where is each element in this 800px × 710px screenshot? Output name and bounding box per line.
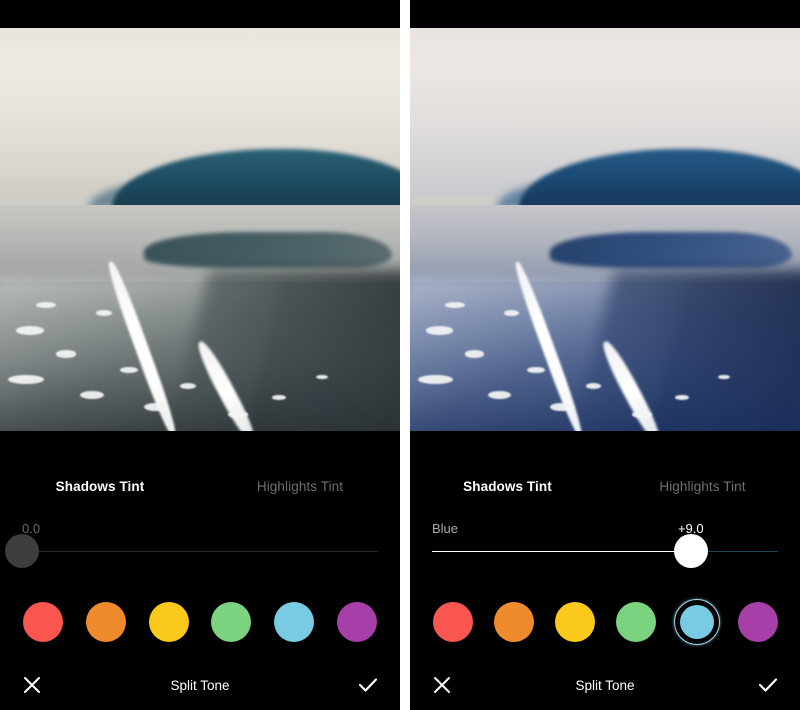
swatch-dot-orange (493, 602, 534, 642)
swatch-purple[interactable] (334, 599, 380, 645)
swatch-dot-purple (336, 602, 377, 642)
photo-foam-blob (425, 326, 453, 335)
swatch-red[interactable] (20, 599, 66, 645)
cancel-button[interactable] (410, 676, 474, 694)
swatch-yellow[interactable] (552, 599, 598, 645)
editor-title: Split Tone (170, 677, 230, 693)
tab-highlights-tint[interactable]: Highlights Tint (605, 479, 800, 494)
tint-slider[interactable]: Blue +9.0 (410, 513, 800, 577)
checkmark-icon (758, 678, 778, 692)
tint-tabs: Shadows Tint Highlights Tint (0, 479, 400, 494)
swatch-dot-red (432, 602, 473, 642)
swatch-purple[interactable] (735, 599, 781, 645)
photo-foam-blob (464, 350, 485, 358)
photo-foam-blob (16, 326, 44, 335)
swatch-selection-ring (673, 599, 720, 645)
swatch-dot-yellow (148, 602, 189, 642)
swatch-dot-purple (737, 602, 778, 642)
photo-foam-blob (488, 390, 512, 399)
panel-after: Shadows Tint Highlights Tint Blue +9.0 S… (410, 0, 800, 710)
swatch-dot-orange (85, 602, 126, 642)
split-tone-comparison: Shadows Tint Highlights Tint 0.0 Split T… (0, 0, 800, 710)
swatch-blue-selected[interactable] (673, 599, 720, 645)
tint-tabs: Shadows Tint Highlights Tint (410, 479, 800, 494)
swatch-dot-red (23, 602, 64, 642)
photo-foam-blob (445, 302, 465, 309)
swatch-orange[interactable] (491, 599, 537, 645)
slider-label: Blue (432, 521, 459, 536)
swatch-yellow[interactable] (146, 599, 192, 645)
photo-foam-blob (228, 410, 248, 418)
photo-foam-blob (56, 350, 76, 358)
cancel-button[interactable] (0, 676, 64, 694)
photo-preview-before[interactable] (0, 28, 400, 431)
photo-preview-after[interactable] (410, 28, 800, 431)
swatch-green[interactable] (613, 599, 659, 645)
photo-foam-blob (632, 410, 652, 418)
slider-knob[interactable] (673, 534, 708, 568)
photo-foam-blob (550, 402, 574, 412)
controls-before: Shadows Tint Highlights Tint 0.0 Split T… (0, 431, 400, 710)
photo-foam-blob (96, 310, 112, 316)
photo-foam-blob (272, 394, 286, 400)
swatch-dot-yellow (554, 602, 595, 642)
editor-title: Split Tone (575, 677, 635, 693)
photo-foam-blob (8, 374, 44, 385)
panel-divider (400, 0, 410, 710)
photo-tidal-pool (550, 231, 793, 268)
photo-foam-blob (417, 374, 453, 385)
photo-foam-blob (585, 382, 602, 389)
tab-highlights-tint[interactable]: Highlights Tint (200, 479, 400, 494)
swatch-orange[interactable] (83, 599, 129, 645)
controls-after: Shadows Tint Highlights Tint Blue +9.0 S… (410, 431, 800, 710)
action-bar-after: Split Tone (410, 660, 800, 710)
confirm-button[interactable] (336, 676, 400, 694)
swatch-green[interactable] (208, 599, 254, 645)
photo-foam-blob (503, 310, 520, 316)
photo-foam-blob (80, 390, 104, 399)
color-swatch-row-after (410, 599, 800, 645)
action-bar-before: Split Tone (0, 660, 400, 710)
checkmark-icon (358, 678, 378, 692)
close-icon (24, 677, 40, 693)
photo-tidal-pool (144, 231, 392, 268)
swatch-dot-green (211, 602, 252, 642)
tab-shadows-tint[interactable]: Shadows Tint (0, 479, 200, 494)
photo-foam-blob (180, 382, 196, 389)
slider-track[interactable] (432, 551, 778, 552)
swatch-dot-green (615, 602, 656, 642)
swatch-dot-blue (273, 602, 314, 642)
confirm-button[interactable] (736, 676, 800, 694)
tint-slider[interactable]: 0.0 (0, 513, 400, 577)
close-icon (434, 677, 450, 693)
swatch-red[interactable] (430, 599, 476, 645)
photo-foam-blob (527, 366, 545, 374)
slider-track-fill (432, 551, 682, 552)
slider-knob[interactable] (5, 534, 39, 568)
slider-track-remainder (22, 551, 378, 552)
panel-before: Shadows Tint Highlights Tint 0.0 Split T… (0, 0, 400, 710)
photo-foam-blob (675, 394, 689, 400)
color-swatch-row-before (0, 599, 400, 645)
tab-shadows-tint[interactable]: Shadows Tint (410, 479, 605, 494)
swatch-blue[interactable] (271, 599, 317, 645)
slider-track[interactable] (22, 551, 378, 552)
